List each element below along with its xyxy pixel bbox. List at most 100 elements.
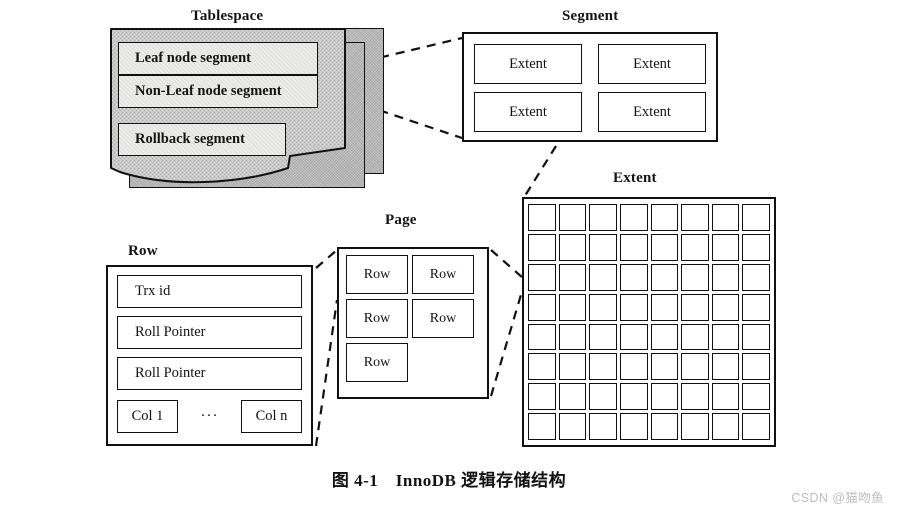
extent-page-cell	[742, 293, 770, 321]
extent-page-cell	[528, 263, 556, 291]
extent-page-cell	[558, 293, 587, 321]
wire-page-extent-bottom	[489, 287, 525, 397]
extent-page-cell	[619, 353, 648, 381]
extent-page-cell	[742, 353, 770, 381]
row-field-roll-pointer-1: Roll Pointer	[117, 316, 302, 349]
extent-page-cell	[681, 353, 709, 381]
extent-box	[522, 197, 776, 447]
tablespace-label: Tablespace	[191, 8, 264, 24]
row-field-trx-id: Trx id	[117, 275, 302, 308]
extent-page-cell	[589, 204, 617, 231]
tablespace-segment-rollback: Rollback segment	[118, 123, 286, 156]
wire-row-page-bottom	[314, 299, 339, 447]
wire-page-extent-top	[490, 249, 524, 279]
extent-page-cell	[711, 293, 740, 321]
extent-page-cell	[589, 263, 617, 291]
extent-page-cell	[681, 323, 709, 351]
page-box: Row Row Row Row Row	[337, 247, 489, 399]
extent-page-cell	[711, 204, 740, 231]
row-column-last: Col n	[241, 399, 302, 433]
extent-page-cell	[619, 204, 648, 231]
figure-caption: 图 4-1 InnoDB 逻辑存储结构	[331, 471, 567, 490]
watermark: CSDN @猫吻鱼	[791, 491, 884, 505]
extent-page-cell	[619, 293, 648, 321]
extent-page-cell	[619, 323, 648, 351]
extent-page-cell	[711, 383, 740, 411]
extent-page-cell	[528, 413, 556, 440]
page-row-cell: Row	[412, 255, 474, 294]
extent-page-cell	[650, 233, 679, 261]
extent-page-cell	[681, 413, 709, 440]
row-label: Row	[128, 243, 158, 259]
extent-page-cell	[558, 413, 587, 440]
segment-extent-cell: Extent	[474, 92, 582, 132]
figure-canvas: Tablespace Leaf node segment Non-Leaf no…	[0, 0, 898, 514]
extent-page-cell	[681, 293, 709, 321]
extent-page-cell	[742, 204, 770, 231]
extent-page-cell	[528, 323, 556, 351]
row-box: Trx id Roll Pointer Roll Pointer Col 1 ·…	[106, 265, 313, 446]
extent-page-cell	[619, 383, 648, 411]
segment-box: Extent Extent Extent Extent	[462, 32, 718, 142]
extent-page-cell	[589, 353, 617, 381]
extent-page-cell	[711, 323, 740, 351]
extent-page-cell	[681, 263, 709, 291]
extent-page-cell	[558, 263, 587, 291]
tablespace-group: Leaf node segment Non-Leaf node segment …	[110, 28, 390, 218]
extent-page-cell	[742, 263, 770, 291]
extent-page-cell	[650, 263, 679, 291]
extent-page-cell	[589, 293, 617, 321]
row-column-first: Col 1	[117, 399, 178, 433]
extent-page-cell	[711, 413, 740, 440]
extent-page-cell	[589, 383, 617, 411]
extent-page-cell	[681, 233, 709, 261]
extent-page-cell	[558, 323, 587, 351]
extent-page-cell	[619, 413, 648, 440]
extent-page-cell	[558, 204, 587, 231]
extent-label: Extent	[613, 170, 657, 186]
page-label: Page	[385, 212, 417, 228]
extent-page-cell	[528, 353, 556, 381]
extent-page-grid	[528, 204, 770, 440]
extent-page-cell	[681, 204, 709, 231]
extent-page-cell	[742, 413, 770, 440]
extent-page-cell	[650, 353, 679, 381]
row-columns-strip: Col 1 ··· Col n	[117, 398, 302, 434]
segment-label: Segment	[562, 8, 619, 24]
extent-page-cell	[742, 383, 770, 411]
extent-page-cell	[711, 233, 740, 261]
extent-page-cell	[650, 293, 679, 321]
extent-page-cell	[619, 233, 648, 261]
page-row-cell: Row	[346, 299, 408, 338]
extent-page-cell	[742, 233, 770, 261]
tablespace-segment-non-leaf-node: Non-Leaf node segment	[118, 75, 318, 108]
extent-page-cell	[528, 293, 556, 321]
row-columns-ellipsis: ···	[200, 407, 219, 424]
extent-page-cell	[589, 323, 617, 351]
extent-page-cell	[650, 383, 679, 411]
extent-page-cell	[589, 233, 617, 261]
page-row-cell: Row	[412, 299, 474, 338]
segment-extent-cell: Extent	[598, 92, 706, 132]
extent-page-cell	[681, 383, 709, 411]
wire-segment-extent	[522, 145, 557, 200]
extent-page-cell	[650, 204, 679, 231]
extent-page-cell	[558, 383, 587, 411]
extent-page-cell	[528, 383, 556, 411]
extent-page-cell	[528, 233, 556, 261]
extent-page-cell	[711, 353, 740, 381]
page-row-cell: Row	[346, 255, 408, 294]
row-field-roll-pointer-2: Roll Pointer	[117, 357, 302, 390]
tablespace-sheet-front: Leaf node segment Non-Leaf node segment …	[110, 28, 346, 188]
extent-page-cell	[558, 233, 587, 261]
tablespace-segment-leaf-node: Leaf node segment	[118, 42, 318, 75]
extent-page-cell	[528, 204, 556, 231]
extent-page-cell	[711, 263, 740, 291]
extent-page-cell	[558, 353, 587, 381]
extent-page-cell	[589, 413, 617, 440]
extent-page-cell	[742, 323, 770, 351]
segment-extent-cell: Extent	[598, 44, 706, 84]
segment-extent-cell: Extent	[474, 44, 582, 84]
extent-page-cell	[619, 263, 648, 291]
extent-page-cell	[650, 323, 679, 351]
